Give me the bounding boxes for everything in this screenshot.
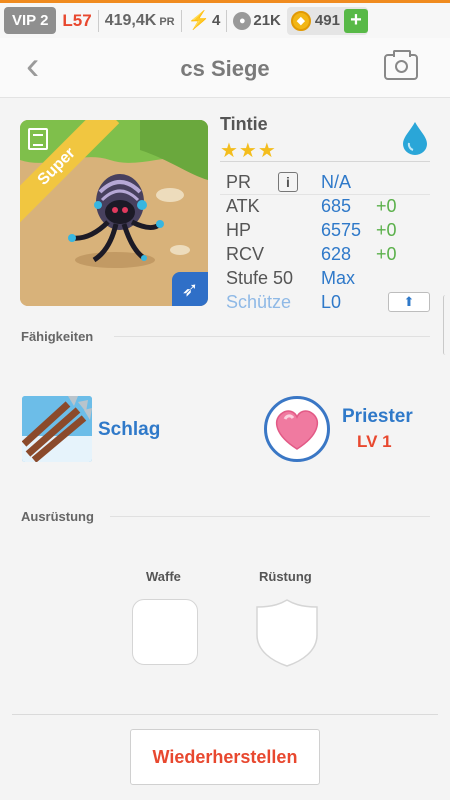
scrollbar[interactable] (443, 295, 448, 355)
camera-icon[interactable] (384, 50, 418, 80)
weapon-label: Waffe (146, 569, 181, 584)
stat-label: ATK (226, 196, 260, 216)
status-bar: VIP 2 L57 419,4K PR ⚡ 4 ● 21K ◆ 491 + (0, 0, 450, 38)
stat-value: Max (321, 268, 356, 288)
weapon-slot[interactable] (132, 599, 198, 665)
leader-skill-level: LV 1 (357, 432, 392, 451)
skill-icon[interactable] (22, 396, 92, 462)
class-value: L0 (321, 292, 342, 312)
star-rating: ★★★ (220, 140, 277, 162)
divider (226, 9, 228, 32)
restore-button[interactable]: Wiederherstellen (130, 729, 320, 785)
stat-value: N/A (321, 172, 352, 192)
stat-label: HP (226, 220, 252, 240)
section-title-equipment: Ausrüstung (21, 509, 94, 524)
energy-value: 4 (212, 12, 221, 29)
stat-label: RCV (226, 244, 265, 264)
power-value: 419,4K (104, 11, 157, 29)
monster-name: Tintie (220, 114, 268, 134)
vip-badge[interactable]: VIP 2 (4, 7, 57, 34)
note-icon[interactable] (28, 128, 48, 150)
pet-counter[interactable]: ● 21K (233, 11, 281, 30)
leader-skill-name[interactable]: Priester (342, 406, 413, 428)
stat-bonus: +0 (376, 220, 397, 240)
divider (12, 714, 438, 715)
player-level: L57 (62, 10, 92, 30)
power-rating: 419,4K PR (105, 12, 175, 30)
divider (220, 194, 430, 195)
arrows-icon (22, 396, 92, 462)
leader-skill-icon[interactable] (264, 396, 330, 462)
stat-label: PR (226, 172, 252, 192)
divider (110, 516, 430, 517)
gold-counter[interactable]: ◆ 491 + (286, 6, 368, 35)
monster-portrait[interactable]: Super ➶ (20, 120, 208, 306)
paw-icon: ● (233, 11, 252, 30)
upgrade-arrow-button[interactable]: ⬆ (388, 292, 430, 312)
divider (180, 9, 182, 32)
add-gold-button[interactable]: + (343, 8, 368, 33)
stat-value: 628 (321, 244, 352, 264)
page-title: cs Siege (180, 56, 270, 81)
armor-slot[interactable] (254, 599, 320, 667)
coin-icon: ◆ (290, 10, 311, 31)
stat-label: Stufe 50 (226, 268, 294, 288)
section-title-abilities: Fähigkeiten (21, 329, 94, 344)
energy-counter[interactable]: ⚡ 4 (188, 10, 221, 31)
armor-label: Rüstung (259, 569, 312, 584)
stat-value: 6575 (321, 220, 362, 240)
class-label: Schütze (226, 292, 292, 312)
page-header: ‹ cs Siege (0, 38, 450, 98)
divider (220, 161, 430, 162)
stat-bonus: +0 (376, 196, 397, 216)
divider (97, 9, 99, 32)
lightning-icon: ⚡ (187, 10, 211, 30)
heart-icon (275, 410, 319, 450)
power-unit: PR (159, 15, 175, 28)
skill-name[interactable]: Schlag (98, 419, 160, 441)
pet-value: 21K (253, 12, 281, 29)
camera-lens (395, 60, 408, 73)
water-element-icon (403, 122, 427, 155)
stat-bonus: +0 (376, 244, 397, 264)
stat-value: 685 (321, 196, 352, 216)
gold-value: 491 (314, 12, 340, 29)
divider (114, 336, 430, 337)
info-icon[interactable]: i (278, 172, 298, 192)
archer-class-icon: ➶ (172, 272, 208, 306)
